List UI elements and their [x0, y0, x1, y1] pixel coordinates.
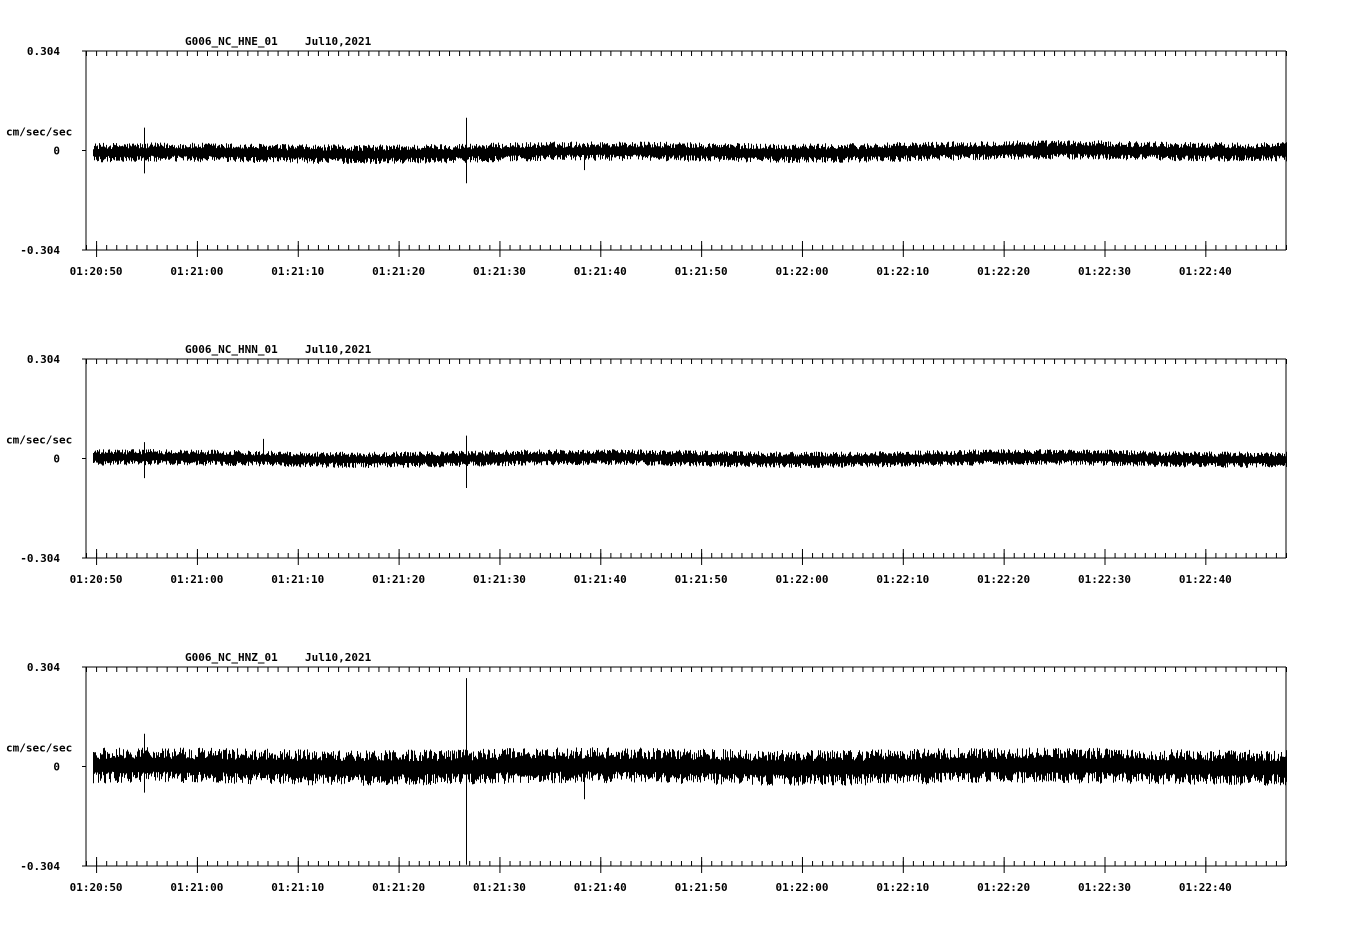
x-tick-label: 01:21:50 [675, 265, 728, 278]
record-date: Jul10,2021 [305, 35, 372, 48]
x-tick-label: 01:22:40 [1179, 881, 1232, 894]
waveform-trace [93, 747, 1287, 786]
x-tick-label: 01:22:30 [1078, 573, 1131, 586]
x-tick-label: 01:22:10 [876, 881, 929, 894]
x-tick-label: 01:21:30 [473, 573, 526, 586]
x-tick-label: 01:21:30 [473, 265, 526, 278]
x-tick-label: 01:21:20 [372, 265, 425, 278]
channel-title: G006_NC_HNN_01 [185, 343, 278, 356]
y-tick-label: 0 [53, 453, 60, 466]
x-tick-label: 01:21:50 [675, 881, 728, 894]
x-tick-label: 01:20:50 [70, 881, 123, 894]
y-tick-label: 0.304 [27, 353, 60, 366]
x-tick-label: 01:22:20 [977, 265, 1030, 278]
x-tick-label: 01:21:10 [271, 881, 324, 894]
x-tick-label: 01:21:00 [170, 573, 223, 586]
y-tick-label: 0 [53, 761, 60, 774]
seismogram-panels: 01:20:50 01:21:00 01:21:10 01:21:20 01:21:30… [0, 0, 1358, 924]
x-tick-label: 01:21:40 [574, 573, 627, 586]
seismogram-panel: 01:20:50 01:21:00 01:21:10 01:21:20 01:21:30… [6, 651, 1287, 894]
waveform-trace [93, 140, 1287, 164]
seismogram-panel: 01:20:50 01:21:00 01:21:10 01:21:20 01:21:30… [6, 35, 1287, 278]
x-tick-label: 01:22:30 [1078, 265, 1131, 278]
x-tick-label: 01:22:10 [876, 573, 929, 586]
seismogram-panel: 01:20:50 01:21:00 01:21:10 01:21:20 01:21:30… [6, 343, 1287, 586]
x-tick-label: 01:22:20 [977, 573, 1030, 586]
x-tick-label: 01:22:40 [1179, 573, 1232, 586]
x-tick-label: 01:21:40 [574, 881, 627, 894]
y-axis-unit-label: cm/sec/sec [6, 742, 72, 755]
x-tick-label: 01:22:30 [1078, 881, 1131, 894]
y-tick-label: 0.304 [27, 45, 60, 58]
y-axis-unit-label: cm/sec/sec [6, 434, 72, 447]
x-tick-label: 01:22:10 [876, 265, 929, 278]
x-tick-label: 01:20:50 [70, 573, 123, 586]
x-tick-label: 01:22:20 [977, 881, 1030, 894]
x-tick-label: 01:22:00 [775, 265, 828, 278]
x-tick-label: 01:21:10 [271, 265, 324, 278]
x-tick-label: 01:21:50 [675, 573, 728, 586]
x-tick-label: 01:21:10 [271, 573, 324, 586]
x-tick-label: 01:21:20 [372, 881, 425, 894]
x-tick-label: 01:20:50 [70, 265, 123, 278]
x-tick-label: 01:21:40 [574, 265, 627, 278]
x-tick-label: 01:21:00 [170, 881, 223, 894]
x-tick-label: 01:22:00 [775, 881, 828, 894]
y-tick-label: -0.304 [20, 552, 60, 565]
seismogram-svg: 01:20:50 01:21:00 01:21:10 01:21:20 01:21:30… [6, 35, 1287, 894]
x-tick-label: 01:21:00 [170, 265, 223, 278]
record-date: Jul10,2021 [305, 651, 372, 664]
y-axis-unit-label: cm/sec/sec [6, 126, 72, 139]
channel-title: G006_NC_HNE_01 [185, 35, 278, 48]
x-tick-label: 01:21:30 [473, 881, 526, 894]
x-tick-label: 01:21:20 [372, 573, 425, 586]
x-tick-label: 01:22:40 [1179, 265, 1232, 278]
y-tick-label: -0.304 [20, 860, 60, 873]
waveform-trace [93, 449, 1287, 468]
x-tick-label: 01:22:00 [775, 573, 828, 586]
y-tick-label: -0.304 [20, 244, 60, 257]
channel-title: G006_NC_HNZ_01 [185, 651, 278, 664]
record-date: Jul10,2021 [305, 343, 372, 356]
y-tick-label: 0.304 [27, 661, 60, 674]
y-tick-label: 0 [53, 145, 60, 158]
